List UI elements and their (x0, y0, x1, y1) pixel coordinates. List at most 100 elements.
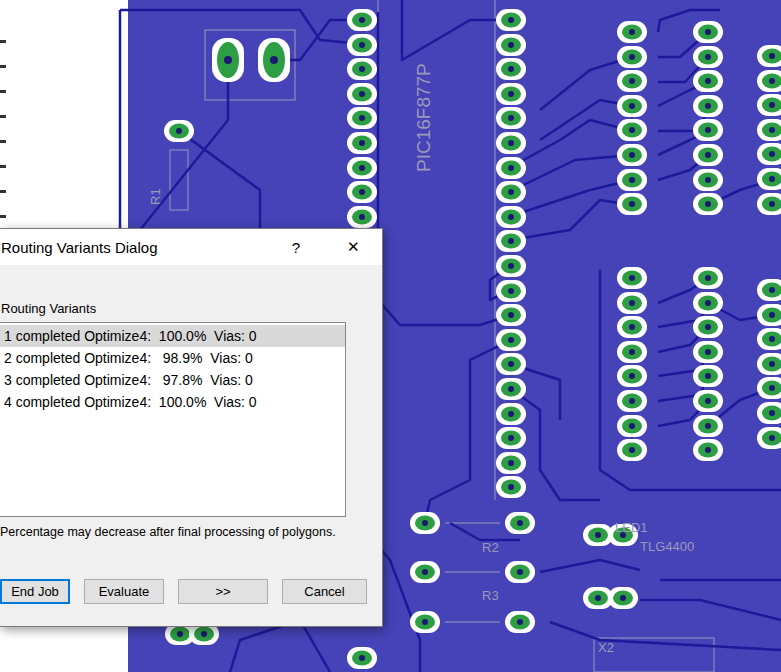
dialog-button[interactable]: >> (178, 579, 268, 604)
pad[interactable] (347, 58, 377, 80)
pad[interactable] (496, 427, 526, 449)
pad[interactable] (617, 144, 647, 166)
pad[interactable] (757, 402, 781, 424)
toolbar-icon[interactable] (0, 140, 6, 143)
pad[interactable] (410, 512, 440, 534)
pad[interactable] (347, 157, 377, 179)
pad[interactable] (347, 9, 377, 31)
variant-row[interactable]: 1 completed Optimize4: 100.0% Vias: 0 (0, 325, 345, 347)
pad[interactable] (617, 439, 647, 461)
variant-row[interactable]: 2 completed Optimize4: 98.9% Vias: 0 (0, 347, 345, 369)
trace[interactable] (511, 180, 632, 216)
pad[interactable] (617, 70, 647, 92)
trace[interactable] (600, 270, 781, 490)
toolbar-icon[interactable] (0, 165, 6, 168)
pad[interactable] (347, 83, 377, 105)
trace[interactable] (230, 620, 330, 672)
pad[interactable] (496, 206, 526, 228)
pad[interactable] (693, 439, 723, 461)
pad[interactable] (693, 341, 723, 363)
pad[interactable] (757, 427, 781, 449)
pad[interactable] (757, 143, 781, 165)
toolbar-icon[interactable] (0, 65, 6, 68)
pad[interactable] (617, 169, 647, 191)
pad[interactable] (164, 120, 194, 142)
pad[interactable] (496, 255, 526, 277)
pad[interactable] (347, 34, 377, 56)
pad[interactable] (617, 415, 647, 437)
pad[interactable] (496, 452, 526, 474)
pad[interactable] (693, 390, 723, 412)
toolbar-icon[interactable] (0, 90, 6, 93)
pad[interactable] (496, 353, 526, 375)
toolbar-icon[interactable] (0, 115, 6, 118)
variant-row[interactable]: 3 completed Optimize4: 97.8% Vias: 0 (0, 369, 345, 391)
pad[interactable] (693, 193, 723, 215)
pad[interactable] (757, 328, 781, 350)
trace[interactable] (378, 12, 511, 325)
pad[interactable] (693, 21, 723, 43)
pad[interactable] (617, 21, 647, 43)
pad[interactable] (496, 83, 526, 105)
pad[interactable] (496, 476, 526, 498)
pad[interactable] (347, 206, 377, 228)
pad[interactable] (757, 168, 781, 190)
variants-list[interactable]: 1 completed Optimize4: 100.0% Vias: 02 c… (0, 322, 346, 517)
pad[interactable] (496, 230, 526, 252)
pad[interactable] (757, 119, 781, 141)
pad[interactable] (258, 38, 290, 82)
trace[interactable] (511, 200, 632, 240)
pad[interactable] (347, 647, 377, 669)
pad[interactable] (617, 365, 647, 387)
pad[interactable] (757, 94, 781, 116)
trace[interactable] (640, 600, 781, 620)
pad[interactable] (617, 119, 647, 141)
pad[interactable] (608, 587, 638, 609)
pad[interactable] (496, 132, 526, 154)
pad[interactable] (757, 193, 781, 215)
trace[interactable] (511, 120, 632, 167)
pad[interactable] (617, 292, 647, 314)
pad[interactable] (505, 512, 535, 534)
pad[interactable] (505, 611, 535, 633)
pad[interactable] (693, 415, 723, 437)
pad[interactable] (410, 611, 440, 633)
pad[interactable] (212, 38, 244, 82)
pad[interactable] (757, 70, 781, 92)
pad[interactable] (693, 169, 723, 191)
pad[interactable] (505, 561, 535, 583)
pad[interactable] (617, 390, 647, 412)
trace[interactable] (402, 0, 511, 60)
pad[interactable] (410, 561, 440, 583)
variant-row[interactable]: 4 completed Optimize4: 100.0% Vias: 0 (0, 391, 345, 413)
pad[interactable] (496, 378, 526, 400)
pad[interactable] (617, 341, 647, 363)
pad[interactable] (496, 403, 526, 425)
pad[interactable] (693, 46, 723, 68)
pad[interactable] (617, 193, 647, 215)
help-button[interactable]: ? (286, 239, 306, 256)
toolbar-icon[interactable] (0, 215, 6, 218)
trace[interactable] (540, 560, 640, 572)
trace[interactable] (660, 579, 781, 582)
pad[interactable] (617, 95, 647, 117)
close-button[interactable]: ✕ (344, 238, 362, 256)
dialog-button[interactable]: End Job (0, 579, 70, 604)
pad[interactable] (693, 267, 723, 289)
pad[interactable] (496, 34, 526, 56)
pad[interactable] (617, 316, 647, 338)
pad[interactable] (757, 279, 781, 301)
pad[interactable] (496, 9, 526, 31)
pad[interactable] (496, 329, 526, 351)
toolbar-icon[interactable] (0, 190, 6, 193)
trace[interactable] (550, 622, 781, 650)
toolbar-icon[interactable] (0, 40, 6, 43)
pad[interactable] (757, 353, 781, 375)
pad[interactable] (617, 46, 647, 68)
pad[interactable] (496, 58, 526, 80)
pad[interactable] (496, 157, 526, 179)
pad[interactable] (693, 119, 723, 141)
pad[interactable] (496, 304, 526, 326)
trace[interactable] (119, 10, 122, 230)
pad[interactable] (693, 292, 723, 314)
